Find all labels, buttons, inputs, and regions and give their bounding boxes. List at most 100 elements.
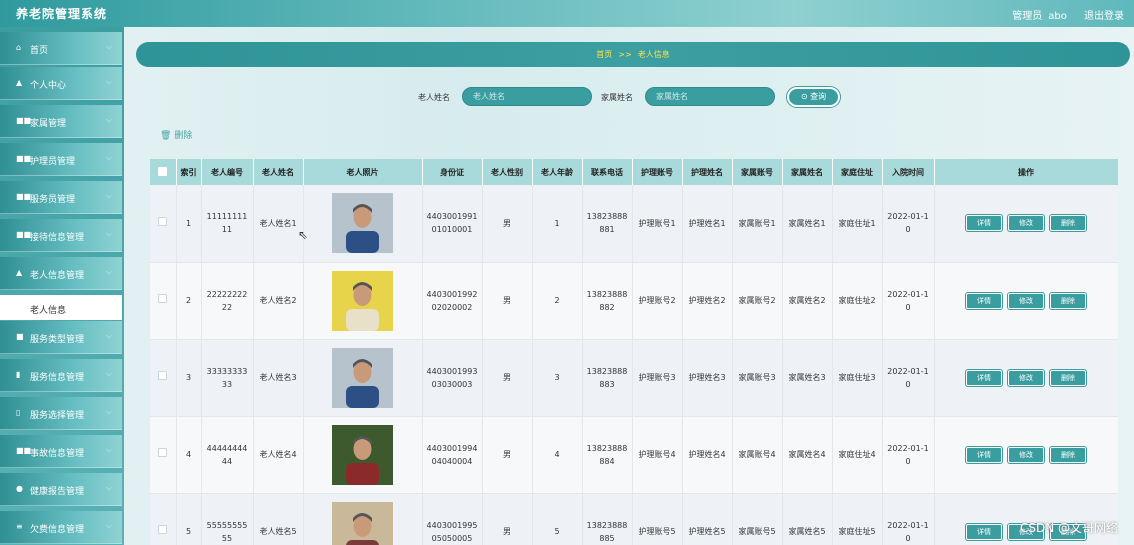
elder-name-input[interactable] [462, 87, 592, 106]
sidebar-item-label: 家属管理 [30, 119, 67, 129]
chevron-down-icon: ⌵ [105, 331, 112, 340]
cell-name: 老人姓名3 [253, 339, 304, 417]
cell-photo [303, 262, 423, 340]
sidebar-item-label: 老人信息管理 [30, 271, 85, 281]
username: abo [1048, 11, 1067, 22]
logout-link[interactable]: 退出登录 [1084, 11, 1124, 22]
delete-button[interactable]: 删除 [1050, 215, 1086, 232]
cell-age: 4 [532, 416, 583, 494]
detail-button[interactable]: 详情 [966, 523, 1002, 540]
row-checkbox[interactable] [150, 185, 177, 263]
cell-index: 5 [176, 493, 202, 545]
cell-nurse-name: 护理姓名4 [682, 416, 733, 494]
cell-age: 5 [532, 493, 583, 545]
sidebar-item-label: 欠费信息管理 [30, 525, 85, 535]
batch-delete-label: 删除 [174, 131, 193, 141]
breadcrumb-home[interactable]: 首页 [596, 50, 612, 59]
select-all-checkbox[interactable] [150, 159, 177, 185]
cell-nurse-acc: 护理账号2 [632, 262, 683, 340]
row-checkbox[interactable] [150, 262, 177, 340]
row-checkbox[interactable] [150, 493, 177, 545]
column-header: 家属姓名 [782, 159, 833, 185]
cell-name: 老人姓名4 [253, 416, 304, 494]
app-title: 养老院管理系统 [16, 7, 108, 21]
cell-nurse-name: 护理姓名1 [682, 185, 733, 263]
sidebar-item-label: 服务信息管理 [30, 373, 85, 383]
sidebar-item-label: 个人中心 [30, 81, 67, 91]
cell-family-name: 家属姓名2 [782, 262, 833, 340]
chevron-down-icon: ⌵ [105, 521, 112, 530]
column-header: 家属账号 [732, 159, 783, 185]
cell-nurse-name: 护理姓名5 [682, 493, 733, 545]
column-header: 老人编号 [201, 159, 254, 185]
search-icon: ⊙ [800, 92, 808, 101]
sidebar-item[interactable]: ▲ 老人信息管理 ⌵ [0, 257, 122, 290]
cell-actions: 详情 修改 删除 [934, 339, 1118, 417]
edit-button[interactable]: 修改 [1008, 369, 1044, 386]
column-header: 护理账号 [632, 159, 683, 185]
chevron-down-icon: ⌵ [105, 483, 112, 492]
sidebar-item[interactable]: ▮ 服务信息管理 ⌵ [0, 359, 122, 392]
cell-no: 5555555555 [201, 493, 254, 545]
cell-addr: 家庭住址3 [832, 339, 883, 417]
user-icon: ▲ [16, 78, 23, 87]
cell-name: 老人姓名2 [253, 262, 304, 340]
cell-date: 2022-01-10 [882, 262, 935, 340]
detail-button[interactable]: 详情 [966, 369, 1002, 386]
grid-icon: ■■ [16, 154, 32, 163]
detail-button[interactable]: 详情 [966, 446, 1002, 463]
detail-button[interactable]: 详情 [966, 292, 1002, 309]
cell-name: 老人姓名1 [253, 185, 304, 263]
sidebar-item-label: 健康报告管理 [30, 487, 85, 497]
sidebar-item[interactable]: ■■ 接待信息管理 ⌵ [0, 219, 122, 252]
cell-family-acc: 家属账号3 [732, 339, 783, 417]
sidebar-item[interactable]: ■■ 护理员管理 ⌵ [0, 143, 122, 176]
batch-delete-button[interactable]: 🗑︎ 删除 [160, 128, 192, 141]
sidebar-item[interactable]: ⌂ 首页 ⌵ [0, 32, 122, 65]
elder-photo [332, 501, 393, 545]
column-header: 入院时间 [882, 159, 935, 185]
column-header: 护理姓名 [682, 159, 733, 185]
row-checkbox[interactable] [150, 416, 177, 494]
family-name-label: 家属姓名 [601, 93, 633, 102]
watermark: CSDN @文哥网络 [1019, 521, 1118, 535]
edit-button[interactable]: 修改 [1008, 292, 1044, 309]
cell-age: 3 [532, 339, 583, 417]
cell-actions: 详情 修改 删除 [934, 185, 1118, 263]
cell-photo [303, 339, 423, 417]
chevron-down-icon: ⌵ [105, 115, 112, 124]
cell-addr: 家庭住址2 [832, 262, 883, 340]
chevron-down-icon: ⌵ [105, 42, 112, 51]
grid-icon: ■■ [16, 192, 32, 201]
detail-button[interactable]: 详情 [966, 215, 1002, 232]
cell-family-acc: 家属账号4 [732, 416, 783, 494]
cell-sex: 男 [482, 262, 533, 340]
sidebar-item[interactable]: ■ 服务类型管理 ⌵ [0, 321, 122, 354]
cell-phone: 13823888884 [582, 416, 633, 494]
search-button[interactable]: ⊙ 查询 [787, 87, 840, 107]
sidebar-item[interactable]: ▲ 个人中心 ⌵ [0, 67, 122, 100]
elder-photo [332, 347, 393, 408]
edit-button[interactable]: 修改 [1008, 446, 1044, 463]
edit-button[interactable]: 修改 [1008, 215, 1044, 232]
sidebar-subitem-label: 老人信息 [30, 306, 67, 316]
cell-phone: 13823888882 [582, 262, 633, 340]
chevron-down-icon: ⌵ [105, 445, 112, 454]
sidebar-item[interactable]: ● 健康报告管理 ⌵ [0, 473, 122, 506]
delete-button[interactable]: 删除 [1050, 292, 1086, 309]
delete-button[interactable]: 删除 [1050, 446, 1086, 463]
family-name-input[interactable] [645, 87, 775, 106]
row-checkbox[interactable] [150, 339, 177, 417]
sidebar-item[interactable]: ■■ 家属管理 ⌵ [0, 105, 122, 138]
table-row: 2 2222222222 老人姓名2 440300199202020002 男 2 1382… [150, 262, 1118, 340]
sidebar-item[interactable]: ■■ 服务员管理 ⌵ [0, 181, 122, 214]
sidebar-item[interactable]: ▯ 服务选择管理 ⌵ [0, 397, 122, 430]
sidebar-item[interactable]: ≡ 欠费信息管理 ⌵ [0, 511, 122, 544]
delete-button[interactable]: 删除 [1050, 369, 1086, 386]
sidebar-subitem-elder-info[interactable]: 老人信息 [0, 295, 122, 320]
grid-icon: ■■ [16, 116, 32, 125]
chart-icon: ▮ [16, 370, 21, 379]
column-header: 操作 [934, 159, 1118, 185]
cell-addr: 家庭住址1 [832, 185, 883, 263]
sidebar-item[interactable]: ■■ 事故信息管理 ⌵ [0, 435, 122, 468]
